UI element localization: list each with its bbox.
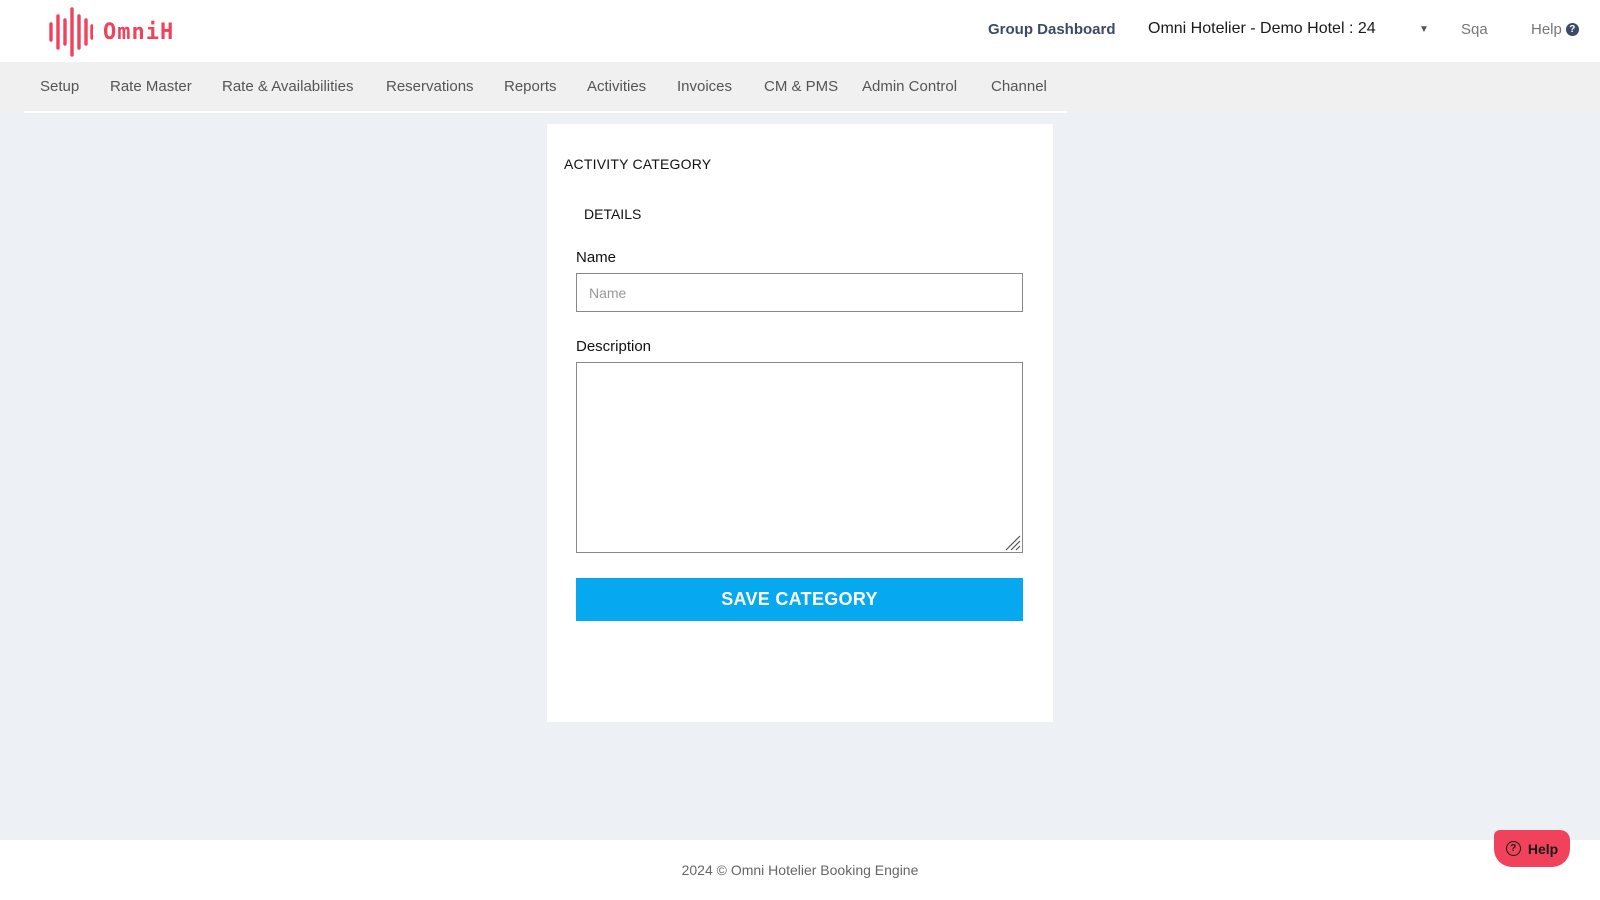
- hotel-selector[interactable]: Omni Hotelier - Demo Hotel : 24 ▼: [1148, 20, 1429, 38]
- save-category-button[interactable]: SAVE CATEGORY: [576, 578, 1023, 621]
- question-circle-icon: ?: [1565, 23, 1579, 36]
- logo-text: OmniH: [103, 19, 175, 45]
- page-title: ACTIVITY CATEGORY: [564, 156, 712, 172]
- floating-help-label: Help: [1527, 840, 1559, 857]
- footer: 2024 © Omni Hotelier Booking Engine: [0, 840, 1600, 900]
- top-header: OmniH Group Dashboard Omni Hotelier - De…: [0, 0, 1600, 62]
- description-textarea[interactable]: [576, 362, 1023, 553]
- nav-item-reports[interactable]: Reports: [504, 78, 557, 95]
- logo-bars-icon: [49, 7, 93, 57]
- chevron-down-icon: ▼: [1419, 24, 1429, 35]
- nav-item-reservations[interactable]: Reservations: [386, 78, 474, 95]
- description-label: Description: [576, 338, 652, 355]
- activity-category-card: ACTIVITY CATEGORY DETAILS Name Descripti…: [547, 124, 1053, 722]
- nav-item-rate-availabilities[interactable]: Rate & Availabilities: [222, 78, 353, 95]
- nav-item-admin-control[interactable]: Admin Control: [862, 78, 957, 95]
- nav-item-invoices[interactable]: Invoices: [677, 78, 732, 95]
- main-nav-items: Setup Rate Master Rate & Availabilities …: [24, 62, 1067, 113]
- floating-help-button[interactable]: ? Help: [1494, 830, 1570, 867]
- help-link-label: Help: [1531, 21, 1562, 38]
- nav-item-setup[interactable]: Setup: [40, 78, 79, 95]
- details-section-title: DETAILS: [584, 206, 642, 222]
- user-menu[interactable]: Sqa: [1461, 21, 1488, 38]
- resize-handle-icon[interactable]: [1002, 532, 1021, 551]
- help-link[interactable]: Help ?: [1531, 21, 1579, 38]
- nav-item-activities[interactable]: Activities: [587, 78, 646, 95]
- name-label: Name: [576, 249, 617, 266]
- nav-item-cm-pms[interactable]: CM & PMS: [764, 78, 838, 95]
- main-nav: Setup Rate Master Rate & Availabilities …: [0, 62, 1600, 113]
- nav-item-channel[interactable]: Channel: [991, 78, 1047, 95]
- question-circle-icon: ?: [1505, 841, 1521, 856]
- nav-item-rate-master[interactable]: Rate Master: [110, 78, 192, 95]
- omnih-logo[interactable]: OmniH: [49, 7, 174, 57]
- hotel-selector-value: Omni Hotelier - Demo Hotel : 24: [1148, 20, 1376, 37]
- name-input[interactable]: [576, 273, 1023, 312]
- footer-copyright: 2024 © Omni Hotelier Booking Engine: [681, 862, 919, 878]
- group-dashboard-link[interactable]: Group Dashboard: [988, 21, 1116, 38]
